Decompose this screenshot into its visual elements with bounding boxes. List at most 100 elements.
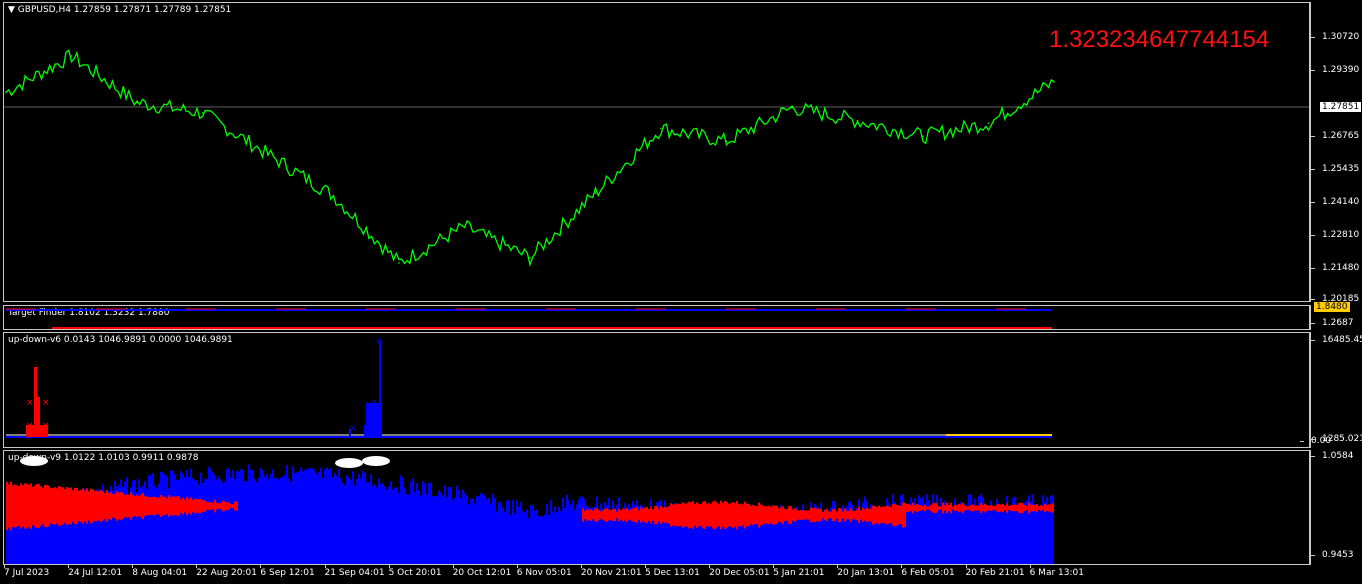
v9-bar-blue (148, 475, 150, 564)
v9-bar-blue (312, 468, 314, 564)
v9-bar-red (900, 505, 902, 525)
target-finder-pane[interactable]: Target Finder 1.8102 1.3232 1.7880 (3, 305, 1310, 330)
v9-bar-blue (446, 497, 448, 564)
target-finder-scale[interactable]: 1.8480 1.2687 (1310, 302, 1362, 330)
v9-bar-red (1052, 503, 1054, 513)
v9-bar-blue (736, 523, 738, 564)
v9-bar-red (22, 485, 24, 527)
v9-bar-red (624, 509, 626, 521)
updown-v9-scale[interactable]: 1.0584 0.9453 (1310, 450, 1362, 565)
v9-bar-red (776, 505, 778, 525)
v9-bar-red (970, 505, 972, 511)
v9-bar-red (958, 503, 960, 513)
v9-bar-blue (150, 475, 152, 564)
v9-bar-blue (792, 515, 794, 564)
v9-bar-red (10, 481, 12, 531)
v9-bar-red (848, 510, 850, 520)
v9-bar-blue (564, 507, 566, 564)
v9-bar-blue (246, 481, 248, 564)
price-point (529, 256, 531, 259)
v9-bar-red (918, 504, 920, 512)
price-scale[interactable]: 1.30720 1.29390 1.26765 1.25435 1.24140 1.228… (1310, 2, 1362, 304)
v9-bar-blue (300, 467, 302, 564)
v9-bar-blue (618, 497, 620, 564)
v9-bar-red (164, 496, 166, 516)
v9-bar-red (106, 490, 108, 522)
v9-bar-blue (450, 487, 452, 564)
v9-bar-red (762, 505, 764, 525)
v9-bar-red (614, 508, 616, 522)
v9-bar-red (1004, 505, 1006, 511)
v9-bar-blue (190, 468, 192, 564)
v9-bar-blue (526, 509, 528, 564)
v9-bar-red (734, 503, 736, 527)
v9-bar-red (842, 511, 844, 519)
v9-bar-blue (370, 474, 372, 564)
v9-bar-blue (518, 507, 520, 564)
price-point (791, 106, 793, 109)
v9-bar-blue (426, 494, 428, 564)
v9-bar-blue (400, 475, 402, 564)
v9-bar-blue (418, 490, 420, 564)
v6-cross-marker: × (349, 424, 357, 434)
v9-bar-blue (476, 496, 478, 564)
v9-bar-blue (460, 497, 462, 564)
v9-bar-blue (132, 480, 134, 564)
price-chart-pane[interactable]: ▼ GBPUSD,H4 1.27859 1.27871 1.27789 1.27… (3, 2, 1311, 302)
time-axis-label: 6 Sep 12:01 (260, 564, 315, 578)
v9-bar-blue (572, 500, 574, 564)
v9-bar-red (894, 503, 896, 527)
price-point (201, 112, 204, 114)
v9-bar-red (606, 508, 608, 522)
v9-bar-red (56, 488, 58, 524)
v9-bar-red (40, 486, 42, 526)
v9-bar-red (908, 503, 910, 513)
v9-bar-red (1024, 505, 1026, 511)
v9-bar-red (158, 497, 160, 515)
v9-bar-red (142, 492, 144, 520)
v9-bar-blue (988, 506, 990, 564)
v9-bar-red (922, 506, 924, 510)
v9-bar-blue (1038, 510, 1040, 564)
v9-bar-red (730, 503, 732, 527)
v9-bar-red (858, 506, 860, 524)
v9-bar-red (84, 490, 86, 522)
target-finder-tag-high: 1.8480 (1314, 302, 1350, 312)
time-axis-label: 20 Dec 05:01 (709, 564, 770, 578)
v9-bar-red (226, 502, 228, 510)
updown-v6-scale[interactable]: 16485.450 1285.0214 0.00 (1299, 332, 1362, 448)
v9-bar-red (120, 492, 122, 520)
v9-bar-red (162, 496, 164, 516)
time-axis[interactable]: 7 Jul 2023 24 Jul 12:01 8 Aug 04:01 22 Aug … (0, 564, 1362, 584)
v9-white-marker (335, 458, 363, 468)
v9-bar-blue (510, 515, 512, 564)
v9-bar-red (202, 500, 204, 512)
v9-bar-blue (574, 509, 576, 564)
v9-bar-red (1046, 505, 1048, 511)
v9-bar-red (182, 497, 184, 515)
v9-bar-blue (652, 513, 654, 564)
updown-v6-histogram: × × ×× ×××× (6, 337, 1052, 438)
v6-bar-blue-cluster (366, 403, 382, 437)
v9-bar-blue (748, 521, 750, 564)
v9-bar-blue (998, 508, 1000, 564)
price-point (332, 194, 335, 197)
v9-bar-red (696, 502, 698, 528)
v9-bar-red (1040, 505, 1042, 511)
v9-bar-red (86, 488, 88, 524)
v9-bar-red (6, 481, 8, 531)
v9-bar-red (1020, 502, 1022, 514)
v9-bar-blue (482, 493, 484, 564)
v9-bar-red (68, 487, 70, 525)
v9-bar-red (714, 500, 716, 530)
v9-bar-blue (984, 507, 986, 564)
updown-v9-pane[interactable]: up-down-v9 1.0122 1.0103 0.9911 0.9878 (3, 450, 1310, 565)
v9-bar-blue (362, 471, 364, 564)
updown-v6-pane[interactable]: up-down-v6 0.0143 1046.9891 0.0000 1046.… (3, 332, 1310, 448)
v9-bar-red (920, 505, 922, 511)
v9-bar-red (936, 503, 938, 513)
v9-bar-blue (188, 477, 190, 564)
v9-bar-red (582, 508, 584, 522)
v9-bar-blue (376, 487, 378, 564)
v9-bar-red (204, 500, 206, 512)
